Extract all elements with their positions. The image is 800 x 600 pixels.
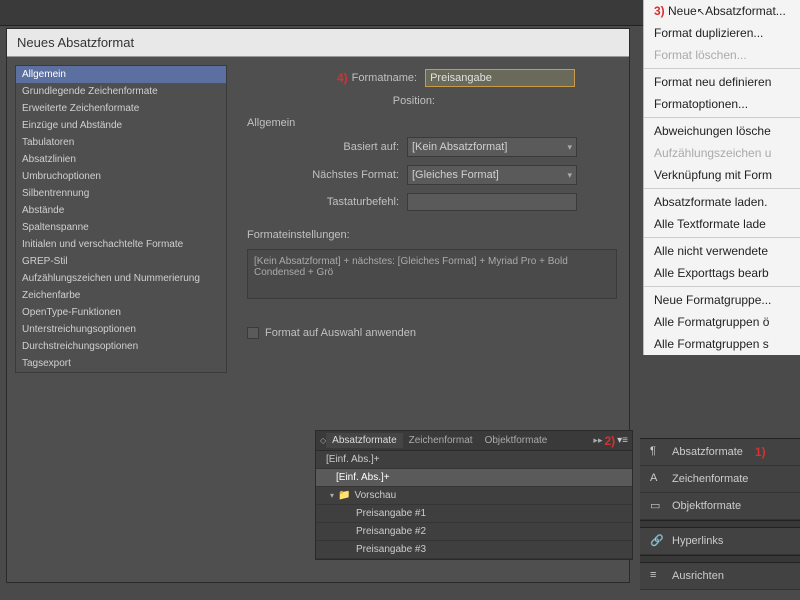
sidebar-item-6[interactable]: Umbruchoptionen — [16, 168, 226, 185]
dock-panel-zeichenformate[interactable]: A Zeichenformate — [640, 466, 800, 493]
settings-header: Formateinstellungen: — [247, 229, 617, 241]
sidebar-item-11[interactable]: GREP-Stil — [16, 253, 226, 270]
styles-panel: ◇ Absatzformate Zeichenformat Objektform… — [315, 430, 633, 560]
based-on-label: Basiert auf: — [247, 141, 407, 153]
menu-item[interactable]: Absatzformate laden. — [644, 191, 800, 213]
menu-item[interactable]: Alle nicht verwendete — [644, 240, 800, 262]
panel-divider — [640, 520, 800, 528]
menu-item[interactable]: Alle Formatgruppen ö — [644, 311, 800, 333]
menu-item: Format löschen... — [644, 44, 800, 66]
shortcut-label: Tastaturbefehl: — [247, 196, 407, 208]
panel-label: Ausrichten — [672, 570, 724, 582]
style-folder-vorschau[interactable]: ▾ 📁 Vorschau — [316, 487, 632, 505]
dock-panel-objektformate[interactable]: ▭ Objektformate — [640, 493, 800, 520]
panel-context-menu: 3) Neue↖Absatzformat...Format dupliziere… — [643, 0, 800, 355]
marker-1: 1) — [755, 445, 766, 459]
menu-item[interactable]: Alle Textformate lade — [644, 213, 800, 235]
menu-item[interactable]: Verknüpfung mit Form — [644, 164, 800, 186]
sidebar-item-9[interactable]: Spaltenspanne — [16, 219, 226, 236]
folder-icon: 📁 — [338, 490, 350, 501]
dock-panel-ausrichten[interactable]: ≡ Ausrichten — [640, 563, 800, 590]
dialog-title: Neues Absatzformat — [7, 29, 629, 57]
sidebar-item-16[interactable]: Durchstreichungsoptionen — [16, 338, 226, 355]
marker-2: 2) — [604, 434, 615, 448]
sidebar-item-0[interactable]: Allgemein — [16, 66, 226, 83]
panel-icon: ≡ — [650, 569, 664, 583]
folder-label: Vorschau — [354, 490, 396, 501]
settings-summary-box: [Kein Absatzformat] + nächstes: [Gleiche… — [247, 249, 617, 299]
formatname-label: Formatname: — [352, 72, 425, 84]
formatname-input[interactable] — [425, 69, 575, 87]
menu-item[interactable]: 3) Neue↖Absatzformat... — [644, 0, 800, 22]
menu-separator — [644, 237, 800, 238]
right-panel-dock: ¶ Absatzformate 1) A Zeichenformate ▭ Objektfo… — [640, 438, 800, 590]
panel-icon: 🔗 — [650, 534, 664, 548]
next-style-dropdown[interactable]: [Gleiches Format] — [407, 165, 577, 185]
panel-label: Objektformate — [672, 500, 741, 512]
sidebar-item-14[interactable]: OpenType-Funktionen — [16, 304, 226, 321]
section-heading: Allgemein — [247, 117, 617, 129]
panel-icon: ¶ — [650, 445, 664, 459]
panel-header-row: [Einf. Abs.]+ — [316, 451, 632, 469]
menu-item[interactable]: Neue Formatgruppe... — [644, 289, 800, 311]
sidebar-item-10[interactable]: Initialen und verschachtelte Formate — [16, 236, 226, 253]
app-topbar — [0, 0, 643, 26]
menu-item[interactable]: Format neu definieren — [644, 71, 800, 93]
panel-label: Hyperlinks — [672, 535, 723, 547]
menu-item[interactable]: Alle Exporttags bearb — [644, 262, 800, 284]
marker-3: 3) — [654, 4, 668, 18]
menu-item[interactable]: Format duplizieren... — [644, 22, 800, 44]
shortcut-input[interactable] — [407, 193, 577, 211]
position-label: Position: — [247, 95, 443, 107]
menu-item: Aufzählungszeichen u — [644, 142, 800, 164]
panel-menu-icon[interactable]: ▾≡ — [617, 435, 628, 446]
cursor-icon: ↖ — [697, 7, 705, 18]
style-item[interactable]: Preisangabe #2 — [316, 523, 632, 541]
menu-separator — [644, 188, 800, 189]
sidebar-item-2[interactable]: Erweiterte Zeichenformate — [16, 100, 226, 117]
folder-disclosure-icon[interactable]: ▾ — [330, 491, 334, 500]
sidebar-item-12[interactable]: Aufzählungszeichen und Nummerierung — [16, 270, 226, 287]
style-item[interactable]: Preisangabe #3 — [316, 541, 632, 559]
sidebar-item-8[interactable]: Abstände — [16, 202, 226, 219]
apply-to-selection-label: Format auf Auswahl anwenden — [265, 327, 416, 339]
menu-separator — [644, 286, 800, 287]
panel-tabs: ◇ Absatzformate Zeichenformat Objektform… — [316, 431, 632, 451]
settings-summary-text: [Kein Absatzformat] + nächstes: [Gleiche… — [254, 256, 568, 278]
panel-label: Zeichenformate — [672, 473, 748, 485]
panel-expand-icon[interactable]: ▸▸ — [593, 435, 602, 446]
style-item[interactable]: Preisangabe #1 — [316, 505, 632, 523]
sidebar-item-3[interactable]: Einzüge und Abstände — [16, 117, 226, 134]
panel-icon: ▭ — [650, 499, 664, 513]
menu-item[interactable]: Formatoptionen... — [644, 93, 800, 115]
sidebar-item-5[interactable]: Absatzlinien — [16, 151, 226, 168]
marker-4: 4) — [337, 71, 348, 85]
sidebar-item-4[interactable]: Tabulatoren — [16, 134, 226, 151]
menu-separator — [644, 117, 800, 118]
style-basic-paragraph[interactable]: [Einf. Abs.]+ — [316, 469, 632, 487]
sidebar-item-15[interactable]: Unterstreichungsoptionen — [16, 321, 226, 338]
sidebar-item-7[interactable]: Silbentrennung — [16, 185, 226, 202]
sidebar-item-17[interactable]: Tagsexport — [16, 355, 226, 372]
menu-item[interactable]: Alle Formatgruppen s — [644, 333, 800, 355]
tab-objektformate[interactable]: Objektformate — [479, 433, 554, 448]
panel-label: Absatzformate — [672, 446, 743, 458]
panel-divider — [640, 555, 800, 563]
dock-panel-absatzformate[interactable]: ¶ Absatzformate 1) — [640, 439, 800, 466]
menu-separator — [644, 68, 800, 69]
sidebar-item-1[interactable]: Grundlegende Zeichenformate — [16, 83, 226, 100]
tab-zeichenformat[interactable]: Zeichenformat — [403, 433, 479, 448]
dialog-sidebar: AllgemeinGrundlegende ZeichenformateErwe… — [7, 57, 235, 582]
next-style-label: Nächstes Format: — [247, 169, 407, 181]
apply-to-selection-checkbox[interactable] — [247, 327, 259, 339]
tab-absatzformate[interactable]: Absatzformate — [326, 433, 402, 448]
menu-item[interactable]: Abweichungen lösche — [644, 120, 800, 142]
panel-icon: A — [650, 472, 664, 486]
based-on-dropdown[interactable]: [Kein Absatzformat] — [407, 137, 577, 157]
dock-panel-hyperlinks[interactable]: 🔗 Hyperlinks — [640, 528, 800, 555]
sidebar-item-13[interactable]: Zeichenfarbe — [16, 287, 226, 304]
